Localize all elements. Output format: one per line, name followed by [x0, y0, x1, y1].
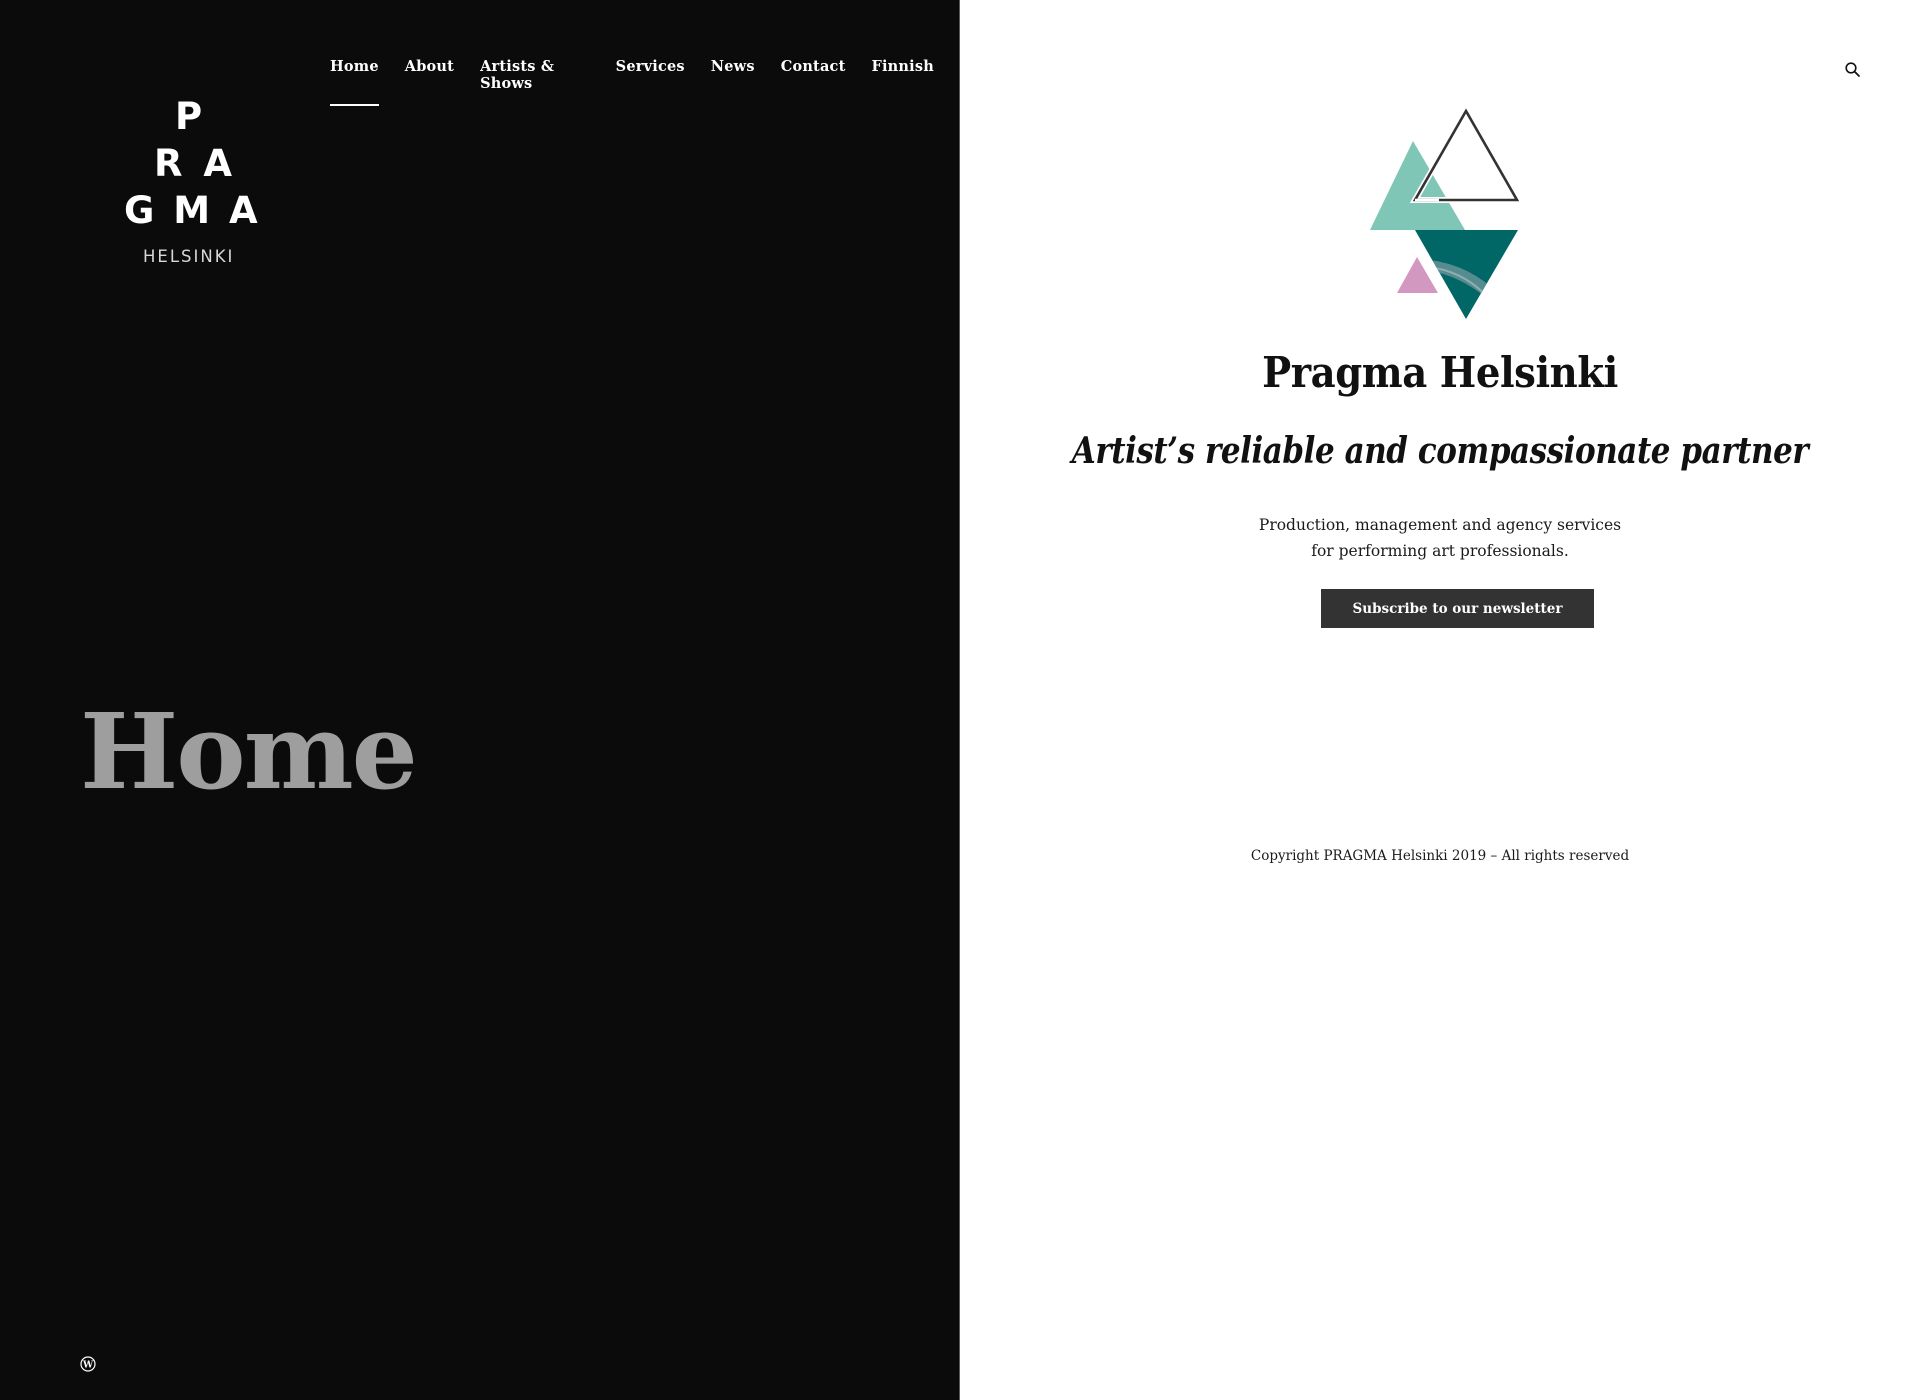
teal-triangle-shape	[1370, 141, 1465, 230]
logo-row-3: G M A	[124, 189, 258, 232]
site-logo[interactable]: P R A G M A HELSINKI	[120, 96, 265, 272]
copyright-text: Copyright PRAGMA Helsinki 2019 – All rig…	[1250, 848, 1630, 864]
search-icon[interactable]	[1843, 60, 1863, 80]
main-nav: Home About Artists & Shows Services News…	[330, 58, 960, 106]
nav-item-finnish[interactable]: Finnish	[871, 58, 934, 106]
svg-text:W: W	[82, 1361, 94, 1371]
site-description: Production, management and agency servic…	[960, 512, 1920, 564]
site-tagline: Artist’s reliable and compassionate part…	[1071, 430, 1809, 472]
site-title: Pragma Helsinki	[1262, 348, 1618, 397]
page-title: Home	[80, 690, 418, 813]
logo-row-1: P	[175, 95, 203, 138]
nav-item-artists-shows[interactable]: Artists & Shows	[480, 58, 590, 106]
nav-item-services[interactable]: Services	[616, 58, 685, 106]
subscribe-newsletter-button[interactable]: Subscribe to our newsletter	[1321, 589, 1594, 628]
nav-item-home[interactable]: Home	[330, 58, 379, 106]
nav-item-news[interactable]: News	[711, 58, 755, 106]
wordpress-icon[interactable]: W	[80, 1356, 96, 1372]
description-line-1: Production, management and agency servic…	[1258, 516, 1622, 534]
hero-triangles-graphic	[1370, 104, 1523, 319]
pink-triangle-shape	[1397, 257, 1438, 293]
nav-item-about[interactable]: About	[405, 58, 454, 106]
logo-subtitle: HELSINKI	[143, 247, 235, 266]
logo-row-2: R A	[154, 142, 233, 185]
left-panel: Home About Artists & Shows Services News…	[0, 0, 960, 1400]
nav-item-contact[interactable]: Contact	[781, 58, 846, 106]
description-line-2: for performing art professionals.	[1311, 542, 1569, 560]
